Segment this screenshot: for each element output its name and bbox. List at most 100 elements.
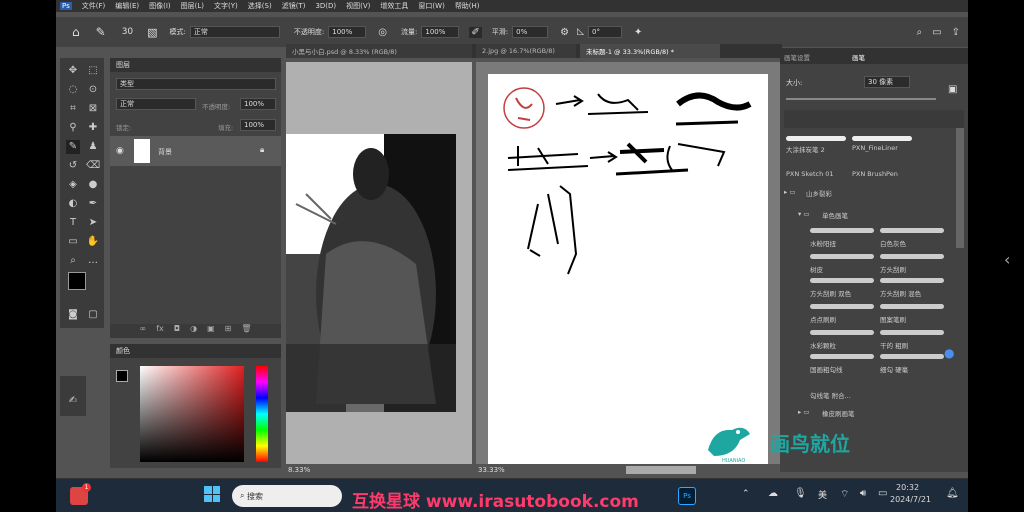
menu-image[interactable]: 图像(I) — [149, 1, 171, 11]
brush-tool-icon[interactable]: ✎ — [96, 25, 106, 39]
horizontal-scrollbar[interactable] — [626, 466, 696, 474]
brush-group-2[interactable]: 单色画笔 — [822, 210, 848, 220]
menu-type[interactable]: 文字(Y) — [214, 1, 238, 11]
ime-indicator[interactable]: 美 — [818, 488, 827, 501]
opacity-input[interactable]: 100% — [328, 26, 367, 38]
more-tools-icon[interactable]: … — [86, 254, 100, 268]
cloud-icon[interactable]: ☁ — [768, 488, 778, 499]
windows-start-icon[interactable] — [204, 486, 220, 502]
dodge-icon[interactable]: ◐ — [66, 197, 80, 211]
chevron-left-icon[interactable]: ‹ — [1004, 250, 1010, 269]
brush-group-1[interactable]: 山乡裂彩 — [806, 188, 832, 198]
brush-item[interactable]: 水彩颗粒 — [810, 340, 836, 350]
hand-tool-icon[interactable]: ✋ — [86, 235, 100, 249]
brush-item[interactable]: 水粉阳扭 — [810, 238, 836, 248]
menu-filter[interactable]: 滤镜(T) — [282, 1, 306, 11]
screen-mode-icon[interactable]: ▢ — [86, 308, 100, 322]
symmetry-icon[interactable]: ✦ — [634, 27, 642, 38]
history-brush-icon[interactable]: ↺ — [66, 159, 80, 173]
smooth-input[interactable]: 0% — [512, 26, 549, 38]
lasso-tool-icon[interactable]: ◌ — [66, 83, 80, 97]
artwork-image[interactable] — [286, 134, 456, 412]
menu-window[interactable]: 窗口(W) — [418, 1, 444, 11]
brush-settings-icon[interactable]: ✍ — [66, 394, 80, 408]
quick-mask-icon[interactable]: ◙ — [66, 308, 80, 322]
mic-icon[interactable]: 🎙︎ — [794, 488, 807, 499]
tab-doc1[interactable]: 小黑与小白.psd @ 8.33% (RGB/8) — [286, 44, 472, 58]
folder-icon[interactable]: ▸ ▭ — [798, 408, 809, 416]
move-tool-icon[interactable]: ✥ — [66, 64, 80, 78]
brush-item[interactable]: 国画粗勾线 — [810, 364, 843, 374]
brush-item[interactable]: 干的 粗刷 — [880, 340, 908, 350]
share-icon[interactable]: ⇪ — [952, 27, 960, 38]
mask-icon[interactable]: ◘ — [174, 324, 180, 338]
rectangle-tool-icon[interactable]: ▭ — [66, 235, 80, 249]
menu-help[interactable]: 帮助(H) — [455, 1, 480, 11]
brush-panel-icon[interactable]: ▧ — [147, 26, 157, 39]
brush-new-icon[interactable]: ▣ — [948, 84, 957, 95]
brush-group-3[interactable]: 橡皮刷画笔 — [822, 408, 855, 418]
menu-select[interactable]: 选择(S) — [248, 1, 272, 11]
photoshop-taskbar-icon[interactable]: Ps — [678, 487, 696, 505]
notifications-icon[interactable]: 🔔︎ — [946, 488, 959, 499]
stamp-tool-icon[interactable]: ♟ — [86, 140, 100, 154]
menu-3d[interactable]: 3D(D) — [315, 2, 336, 10]
brush-item[interactable]: 方头刮刷 — [880, 264, 906, 274]
folder-icon[interactable]: ▾ ▭ — [798, 210, 809, 218]
battery-icon[interactable]: ▭ — [878, 488, 887, 499]
brush-item[interactable]: PXN Sketch 01 — [786, 170, 834, 178]
angle-input[interactable]: 0° — [588, 26, 622, 38]
new-layer-icon[interactable]: ⊞ — [225, 324, 232, 338]
tab-doc2[interactable]: 2.jpg @ 16.7%(RGB/8) — [476, 44, 576, 58]
frame-tool-icon[interactable]: ⊠ — [86, 102, 100, 116]
brush-item[interactable]: 大涂抹炭笔 2 — [786, 144, 825, 154]
brush-size-preset[interactable]: 30 — [122, 27, 133, 37]
fx-icon[interactable]: fx — [156, 324, 164, 338]
brush-tool-active-icon[interactable]: ✎ — [66, 140, 80, 154]
blur-icon[interactable]: ● — [86, 178, 100, 192]
clock-date[interactable]: 2024/7/21 — [890, 495, 931, 504]
tab-brushes[interactable]: 画笔 — [852, 52, 865, 62]
home-icon[interactable]: ⌂ — [72, 25, 80, 39]
path-select-icon[interactable]: ➤ — [86, 216, 100, 230]
zoom-tool-icon[interactable]: ⌕ — [66, 254, 80, 268]
pen-tool-icon[interactable]: ✒ — [86, 197, 100, 211]
size-slider[interactable] — [786, 98, 936, 100]
marquee-tool-icon[interactable]: ⬚ — [86, 64, 100, 78]
brush-item[interactable]: 细勾 硬毫 — [880, 364, 908, 374]
search-icon[interactable]: ⌕ — [917, 27, 923, 38]
color-field[interactable] — [140, 366, 244, 462]
brush-item[interactable]: PXN_FineLiner — [852, 144, 898, 152]
brush-item[interactable]: 方头刮刷 双色 — [810, 288, 851, 298]
workspace-icon[interactable]: ▭ — [932, 27, 941, 38]
color-fg-swatch[interactable] — [116, 370, 128, 382]
hue-slider[interactable] — [256, 366, 268, 462]
brush-presets-strip[interactable] — [784, 110, 964, 128]
tab-brush-settings[interactable]: 画笔设置 — [784, 52, 810, 62]
size-input[interactable]: 30 像素 — [864, 76, 910, 88]
brush-item[interactable]: PXN BrushPen — [852, 170, 898, 178]
blend-mode-select[interactable]: 正常 — [116, 98, 196, 110]
crop-tool-icon[interactable]: ⌗ — [66, 102, 80, 116]
menu-plugins[interactable]: 增效工具 — [380, 1, 408, 11]
foreground-color-swatch[interactable] — [68, 272, 86, 290]
clock-time[interactable]: 20:32 — [896, 483, 919, 492]
taskbar-search-box[interactable]: ⌕ 搜索 — [232, 485, 342, 507]
brush-item[interactable]: 点点刷刷 — [810, 314, 836, 324]
flow-input[interactable]: 100% — [421, 26, 460, 38]
layer-opacity-input[interactable]: 100% — [240, 98, 276, 110]
wifi-icon[interactable]: ⌔ — [840, 488, 849, 501]
menu-layer[interactable]: 图层(L) — [181, 1, 204, 11]
chevron-up-icon[interactable]: ⌃ — [742, 489, 750, 499]
brushes-scrollbar[interactable] — [956, 128, 964, 248]
airbrush-icon[interactable]: ✐ — [469, 26, 482, 38]
fill-input[interactable]: 100% — [240, 119, 276, 131]
healing-icon[interactable]: ✚ — [86, 121, 100, 135]
menu-view[interactable]: 视图(V) — [346, 1, 370, 11]
brush-item[interactable]: 勾线笔 附合... — [810, 390, 851, 400]
link-icon[interactable]: ∞ — [140, 324, 147, 338]
menu-file[interactable]: 文件(F) — [82, 1, 106, 11]
mode-select[interactable]: 正常 — [189, 26, 280, 38]
volume-icon[interactable]: 🔊︎ — [860, 488, 866, 499]
brush-item[interactable]: 方头刮刷 混色 — [880, 288, 921, 298]
